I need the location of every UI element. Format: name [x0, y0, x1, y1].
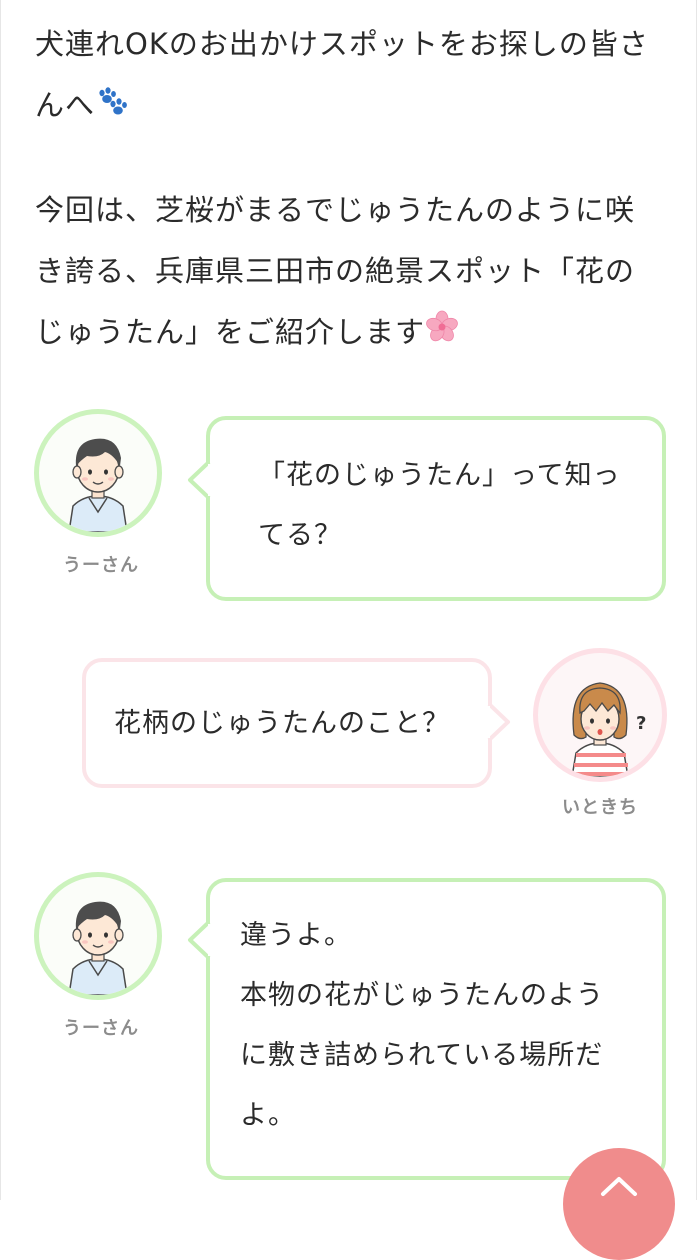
- bubble-line: 違うよ。: [240, 920, 352, 951]
- bubble-line: に敷き詰められている場所だ: [240, 1040, 604, 1071]
- scroll-to-top-button[interactable]: [563, 1148, 675, 1260]
- intro-p2-line-1: 今回は、芝桜がまるでじゅうたんのように咲: [35, 193, 636, 227]
- speech-bubble: 花柄のじゅうたんのこと？: [82, 658, 492, 788]
- speech-bubble-tail: [188, 920, 211, 960]
- speech-bubble-tail: [188, 460, 211, 500]
- boy-avatar-icon: [68, 438, 128, 532]
- boy-avatar-icon: [68, 901, 128, 995]
- avatar-uusan: [34, 409, 162, 537]
- speech-bubble: 違うよ。 本物の花がじゅうたんのよう に敷き詰められている場所だ よ。: [206, 878, 666, 1180]
- chevron-up-icon: [601, 1177, 637, 1196]
- svg-text:?: ?: [636, 713, 646, 734]
- girl-avatar-icon: ?: [571, 682, 646, 777]
- bubble-line: よ。: [240, 1100, 296, 1131]
- bubble-line: 本物の花がじゅうたんのよう: [240, 980, 604, 1011]
- speech-bubble: 「花のじゅうたん」って知っ てる？: [206, 416, 666, 601]
- article-page: 犬連れOKのお出かけスポットをお探しの皆さ んへ 今回は、芝桜がまるでじゅうたん…: [0, 0, 697, 1260]
- intro-p2-line-2: き誇る、兵庫県三田市の絶景スポット「花の: [35, 254, 636, 288]
- intro-paragraph-2: 今回は、芝桜がまるでじゅうたんのように咲 き誇る、兵庫県三田市の絶景スポット「花…: [35, 180, 665, 365]
- bubble-line: てる？: [258, 520, 342, 551]
- bubble-line: 花柄のじゅうたんのこと？: [114, 708, 450, 739]
- speaker-name: うーさん: [63, 555, 139, 576]
- bubble-line: 「花のじゅうたん」って知っ: [258, 460, 621, 491]
- speaker-name: いときち: [562, 797, 638, 818]
- intro-paragraph: 犬連れOKのお出かけスポットをお探しの皆さ んへ: [35, 14, 665, 138]
- paw-prints-icon: [95, 77, 131, 138]
- speech-bubble-tail: [487, 702, 510, 742]
- speaker-name: うーさん: [63, 1018, 139, 1039]
- intro-p2-line-3: じゅうたん」をご紹介します: [35, 315, 426, 349]
- intro-line-1: 犬連れOKのお出かけスポットをお探しの皆さ: [35, 27, 649, 61]
- avatar-itokichi: ?: [533, 648, 667, 782]
- intro-line-2: んへ: [35, 88, 96, 122]
- cherry-blossom-icon: [425, 304, 459, 365]
- avatar-uusan: [34, 872, 162, 1000]
